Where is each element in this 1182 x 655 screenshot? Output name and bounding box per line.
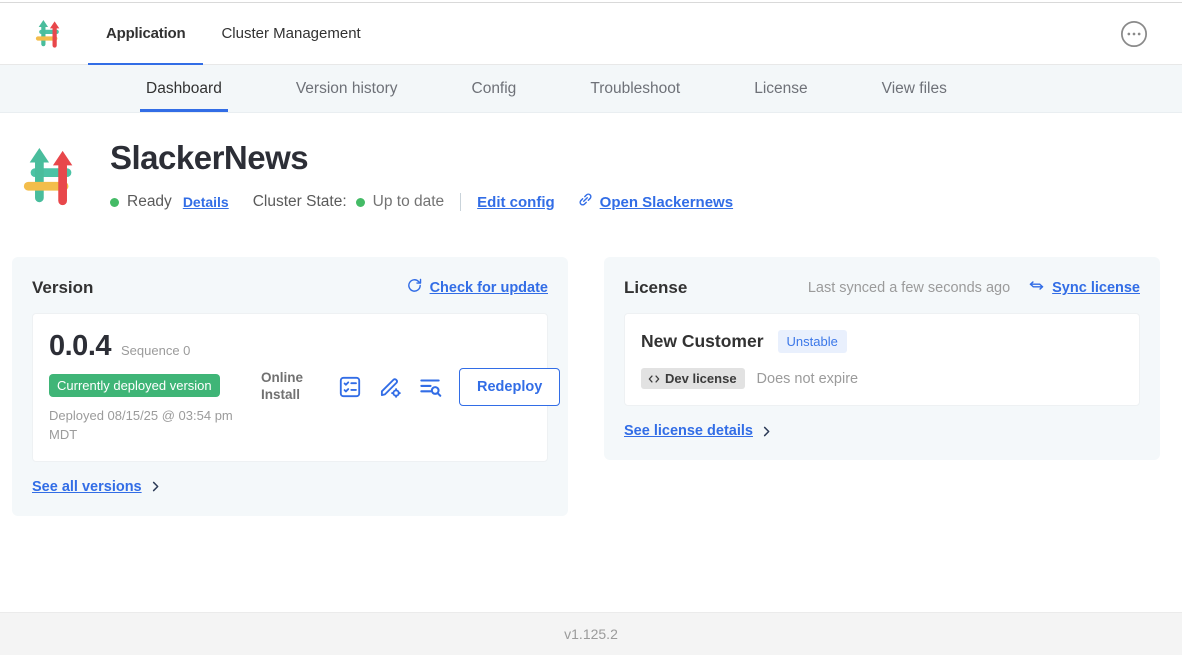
license-expiration: Does not expire: [757, 371, 859, 387]
sync-license-wrap: Sync license: [1028, 277, 1140, 299]
console-version: v1.125.2: [564, 626, 618, 642]
refresh-icon: [406, 277, 423, 299]
page-title: SlackerNews: [110, 139, 733, 177]
check-for-update-link[interactable]: Check for update: [430, 280, 548, 296]
sync-license-link[interactable]: Sync license: [1052, 280, 1140, 296]
tab-application-label: Application: [106, 25, 185, 42]
status-divider: [460, 193, 461, 211]
channel-badge: Unstable: [778, 330, 847, 353]
tab-application[interactable]: Application: [88, 3, 203, 64]
subnav-version-history-label: Version history: [296, 80, 398, 98]
see-all-versions-link[interactable]: See all versions: [32, 479, 142, 495]
app-logo-large: [20, 139, 82, 215]
version-action-icons: [323, 374, 443, 400]
topbar-spacer: [379, 3, 1120, 64]
tab-cluster-management[interactable]: Cluster Management: [203, 3, 378, 64]
dashboard-main: SlackerNews Ready Details Cluster State:…: [0, 113, 1182, 516]
license-card-title: License: [624, 278, 687, 298]
app-status-text: Ready: [127, 193, 172, 211]
subnav-item-troubleshoot[interactable]: Troubleshoot: [584, 65, 686, 112]
code-icon: [647, 372, 661, 386]
customer-name: New Customer: [641, 331, 764, 352]
cluster-state-value: Up to date: [373, 193, 445, 211]
deployed-timestamp: Deployed 08/15/25 @ 03:54 pm MDT: [49, 407, 249, 445]
cluster-state-dot-icon: [356, 198, 365, 207]
license-last-synced: Last synced a few seconds ago: [808, 280, 1010, 296]
subnav-item-version-history[interactable]: Version history: [290, 65, 404, 112]
subnav-troubleshoot-label: Troubleshoot: [590, 80, 680, 98]
see-license-details-wrap: See license details: [624, 423, 774, 439]
top-tab-bar: Application Cluster Management: [88, 3, 379, 64]
preflight-checks-icon[interactable]: [337, 374, 363, 400]
currently-deployed-badge: Currently deployed version: [49, 374, 220, 397]
see-license-details-link[interactable]: See license details: [624, 423, 753, 439]
top-navbar: Application Cluster Management: [0, 3, 1182, 65]
version-card: Version Check for update 0.0.4: [12, 257, 568, 516]
version-card-title: Version: [32, 278, 93, 298]
chevron-right-icon: [148, 479, 163, 494]
view-logs-icon[interactable]: [417, 374, 443, 400]
tab-cluster-management-label: Cluster Management: [221, 25, 360, 42]
license-panel: New Customer Unstable Dev license Does: [624, 313, 1140, 406]
check-for-update-wrap: Check for update: [406, 277, 548, 299]
subnav-item-dashboard[interactable]: Dashboard: [140, 65, 228, 112]
license-type-text: Dev license: [665, 371, 737, 386]
redeploy-button[interactable]: Redeploy: [459, 368, 560, 406]
app-logo-icon[interactable]: [34, 16, 64, 52]
app-subnav: Dashboard Version history Config Trouble…: [0, 65, 1182, 113]
subnav-dashboard-label: Dashboard: [146, 80, 222, 98]
subnav-item-config[interactable]: Config: [466, 65, 523, 112]
dashboard-cards: Version Check for update 0.0.4: [0, 257, 1182, 516]
open-app-link[interactable]: Open Slackernews: [600, 194, 733, 211]
current-version-panel: 0.0.4 Sequence 0 Currently deployed vers…: [32, 313, 548, 462]
edit-config-icon[interactable]: [377, 374, 403, 400]
ellipsis-icon: [1120, 36, 1148, 51]
install-type-label: Online Install: [261, 370, 309, 404]
subnav-item-license[interactable]: License: [748, 65, 813, 112]
app-header: SlackerNews Ready Details Cluster State:…: [0, 113, 1182, 215]
overflow-menu-button[interactable]: [1120, 20, 1148, 48]
subnav-item-view-files[interactable]: View files: [876, 65, 953, 112]
console-footer: v1.125.2: [0, 612, 1182, 655]
subnav-view-files-label: View files: [882, 80, 947, 98]
app-status-dot-icon: [110, 198, 119, 207]
version-sequence: Sequence 0: [121, 343, 190, 358]
see-all-versions-wrap: See all versions: [32, 479, 163, 495]
sync-icon: [1028, 277, 1045, 299]
edit-config-link[interactable]: Edit config: [477, 194, 555, 211]
cluster-state-label: Cluster State:: [253, 193, 347, 211]
subnav-config-label: Config: [472, 80, 517, 98]
license-card: License Last synced a few seconds ago Sy…: [604, 257, 1160, 460]
version-number: 0.0.4: [49, 330, 111, 363]
license-type-badge: Dev license: [641, 368, 745, 389]
chevron-right-icon: [759, 424, 774, 439]
open-app-wrap: Open Slackernews: [577, 191, 733, 213]
app-status-row: Ready Details Cluster State: Up to date …: [110, 191, 733, 213]
external-link-icon: [577, 191, 594, 213]
subnav-license-label: License: [754, 80, 807, 98]
details-link[interactable]: Details: [183, 194, 229, 210]
